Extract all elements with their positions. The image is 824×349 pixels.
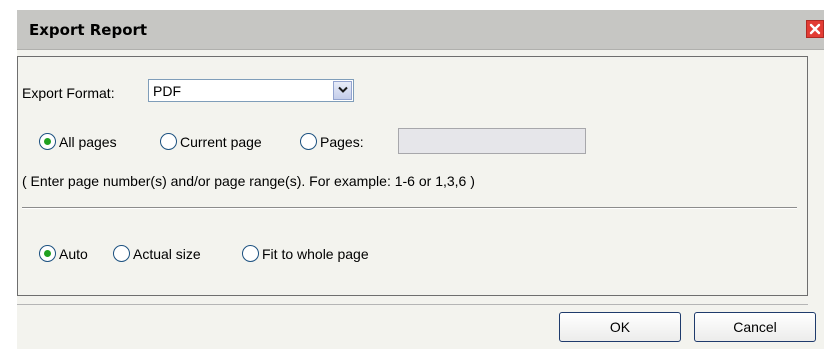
radio-all-pages-label: All pages (59, 133, 117, 150)
radio-pages[interactable]: Pages: (300, 133, 364, 150)
radio-current-page[interactable]: Current page (160, 133, 262, 150)
export-format-value: PDF (153, 83, 181, 99)
close-icon (809, 23, 821, 35)
radio-auto-label: Auto (59, 245, 88, 262)
export-format-select[interactable]: PDF (148, 79, 354, 102)
export-report-dialog: Export Report Export Format: PDF All pag… (17, 10, 824, 349)
cancel-button[interactable]: Cancel (694, 312, 816, 342)
radio-circle[interactable] (39, 133, 56, 150)
dropdown-button[interactable] (333, 81, 352, 100)
radio-current-page-label: Current page (180, 133, 262, 150)
radio-auto[interactable]: Auto (39, 245, 88, 262)
radio-circle[interactable] (160, 133, 177, 150)
radio-pages-label: Pages: (320, 133, 364, 150)
close-button[interactable] (806, 20, 824, 38)
radio-fit-to-whole-page-label: Fit to whole page (262, 245, 369, 262)
pages-input[interactable] (398, 128, 586, 154)
ok-button[interactable]: OK (559, 312, 681, 342)
radio-actual-size-label: Actual size (133, 245, 201, 262)
radio-actual-size[interactable]: Actual size (113, 245, 201, 262)
dialog-title: Export Report (29, 21, 148, 39)
chevron-down-icon (337, 86, 348, 93)
export-format-label: Export Format: (22, 85, 115, 101)
radio-circle[interactable] (242, 245, 259, 262)
export-options-panel: Export Format: PDF All pages Current pag… (17, 56, 808, 296)
radio-circle[interactable] (300, 133, 317, 150)
radio-all-pages[interactable]: All pages (39, 133, 117, 150)
radio-circle[interactable] (39, 245, 56, 262)
title-bar[interactable]: Export Report (17, 10, 824, 50)
radio-circle[interactable] (113, 245, 130, 262)
footer-divider (17, 304, 808, 305)
radio-fit-to-whole-page[interactable]: Fit to whole page (242, 245, 369, 262)
page-range-hint: ( Enter page number(s) and/or page range… (22, 173, 475, 189)
section-divider (22, 207, 797, 209)
